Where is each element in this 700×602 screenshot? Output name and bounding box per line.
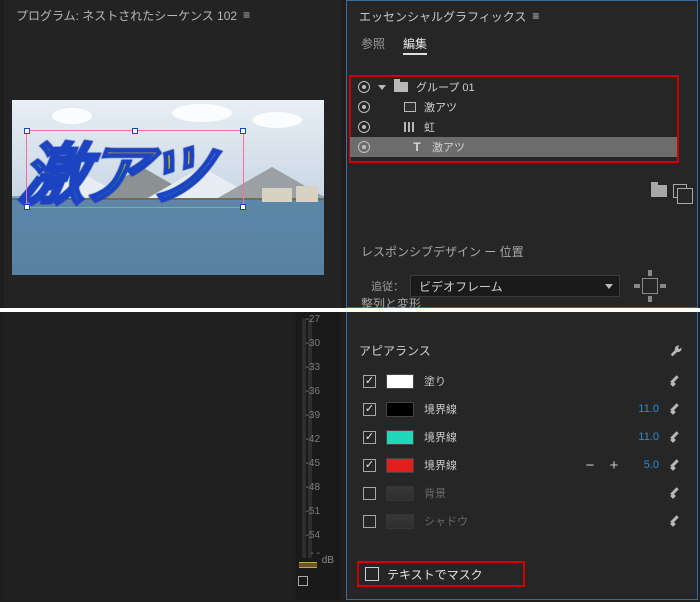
visibility-toggle[interactable] xyxy=(358,101,370,113)
db-tick: -54 xyxy=(306,530,320,541)
layer-label: 激アツ xyxy=(432,139,465,155)
visibility-toggle[interactable] xyxy=(358,141,370,153)
stroke-label: 境界線 xyxy=(424,401,621,417)
essential-graphics-panel: エッセンシャルグラフィックス ≡ 参照 編集 グループ 01 激アツ 虹 xyxy=(346,0,698,308)
clip-icon xyxy=(404,102,416,112)
wrench-icon[interactable] xyxy=(669,344,683,358)
folder-icon xyxy=(394,82,408,92)
stroke-row-3: 境界線 − + 5.0 xyxy=(347,451,697,479)
responsive-header: レスポンシブデザイン ー 位置 xyxy=(347,229,697,268)
db-tick: -51 xyxy=(306,506,320,517)
lower-left-panel xyxy=(4,312,294,600)
tab-browse[interactable]: 参照 xyxy=(361,35,385,55)
shadow-label: シャドウ xyxy=(424,513,593,529)
stroke-checkbox[interactable] xyxy=(363,403,376,416)
db-unit: dB xyxy=(322,555,334,566)
visibility-toggle[interactable] xyxy=(358,81,370,93)
eg-header: エッセンシャルグラフィックス ≡ xyxy=(347,1,697,31)
eyedropper-icon[interactable] xyxy=(669,374,683,388)
db-tick: -39 xyxy=(306,410,320,421)
audio-meter: -27 -30 -33 -36 -39 -42 -45 -48 -51 -54 … xyxy=(296,312,340,600)
stroke-swatch[interactable] xyxy=(386,430,414,445)
follow-value: ビデオフレーム xyxy=(419,278,503,295)
background-label: 背景 xyxy=(424,485,593,501)
db-tick: -33 xyxy=(306,362,320,373)
pin-widget[interactable] xyxy=(630,268,670,304)
follow-label: 追従： xyxy=(371,278,404,294)
stroke-swatch[interactable] xyxy=(386,458,414,473)
chevron-down-icon xyxy=(605,284,613,289)
eyedropper-icon[interactable] xyxy=(669,514,683,528)
layer-clip-1[interactable]: 激アツ xyxy=(350,97,677,117)
stroke-width[interactable]: 5.0 xyxy=(631,459,659,471)
stroke-checkbox[interactable] xyxy=(363,431,376,444)
db-tick: -48 xyxy=(306,482,320,493)
stroke-label: 境界線 xyxy=(424,429,621,445)
new-layer-button[interactable] xyxy=(673,184,687,198)
layer-text[interactable]: T 激アツ xyxy=(350,137,677,157)
background-swatch[interactable] xyxy=(386,486,414,501)
db-tick: -27 xyxy=(306,314,320,325)
fill-label: 塗り xyxy=(424,373,593,389)
text-icon: T xyxy=(410,140,424,154)
solo-toggle[interactable] xyxy=(298,576,308,586)
stroke-width[interactable]: 11.0 xyxy=(631,431,659,443)
mask-checkbox[interactable] xyxy=(365,567,379,581)
new-folder-button[interactable] xyxy=(651,185,667,197)
fill-row: 塗り xyxy=(347,367,697,395)
mask-label: テキストでマスク xyxy=(387,566,483,583)
layer-clip-2[interactable]: 虹 xyxy=(350,117,677,137)
stroke-row-1: 境界線 11.0 xyxy=(347,395,697,423)
appearance-header: アピアランス xyxy=(359,342,431,359)
layer-label: 激アツ xyxy=(424,99,457,115)
panel-menu-icon[interactable]: ≡ xyxy=(243,8,250,22)
stroke-width[interactable]: 11.0 xyxy=(631,403,659,415)
stroke-checkbox[interactable] xyxy=(363,459,376,472)
eyedropper-icon[interactable] xyxy=(669,486,683,500)
mask-with-text-row: テキストでマスク xyxy=(357,561,525,587)
follow-select[interactable]: ビデオフレーム xyxy=(410,275,620,297)
shadow-swatch[interactable] xyxy=(386,514,414,529)
program-monitor-header: プログラム: ネストされたシーケンス 102 ≡ xyxy=(4,0,342,30)
layers-list: グループ 01 激アツ 虹 T 激アツ xyxy=(350,77,677,157)
panel-menu-icon[interactable]: ≡ xyxy=(532,9,539,23)
fill-swatch[interactable] xyxy=(386,374,414,389)
eyedropper-icon[interactable] xyxy=(669,402,683,416)
program-monitor-panel: プログラム: ネストされたシーケンス 102 ≡ 激アツ xyxy=(4,0,342,308)
visibility-toggle[interactable] xyxy=(358,121,370,133)
eyedropper-icon[interactable] xyxy=(669,458,683,472)
stroke-swatch[interactable] xyxy=(386,402,414,417)
remove-stroke-button[interactable]: − xyxy=(583,457,597,474)
tab-edit[interactable]: 編集 xyxy=(403,35,427,55)
fill-checkbox[interactable] xyxy=(363,375,376,388)
layer-label: 虹 xyxy=(424,119,435,135)
stroke-label: 境界線 xyxy=(424,457,573,473)
db-tick: -36 xyxy=(306,386,320,397)
expand-icon[interactable] xyxy=(378,85,386,90)
layer-label: グループ 01 xyxy=(416,79,475,95)
shadow-checkbox[interactable] xyxy=(363,515,376,528)
background-row: 背景 xyxy=(347,479,697,507)
program-preview[interactable]: 激アツ xyxy=(12,100,324,275)
stroke-row-2: 境界線 11.0 xyxy=(347,423,697,451)
bars-icon xyxy=(404,122,416,132)
layer-group[interactable]: グループ 01 xyxy=(350,77,677,97)
shadow-row: シャドウ xyxy=(347,507,697,535)
program-title: プログラム: ネストされたシーケンス 102 xyxy=(16,7,237,24)
eg-tabs: 参照 編集 xyxy=(347,31,697,55)
eyedropper-icon[interactable] xyxy=(669,430,683,444)
eg-title: エッセンシャルグラフィックス xyxy=(359,8,526,25)
background-checkbox[interactable] xyxy=(363,487,376,500)
db-tick: -42 xyxy=(306,434,320,445)
add-stroke-button[interactable]: + xyxy=(607,457,621,474)
appearance-panel: アピアランス 塗り 境界線 11.0 境界線 11.0 境界線 − + 5.0 … xyxy=(346,312,698,600)
db-tick: -45 xyxy=(306,458,320,469)
db-tick: -30 xyxy=(306,338,320,349)
db-tick: - - xyxy=(311,548,320,559)
